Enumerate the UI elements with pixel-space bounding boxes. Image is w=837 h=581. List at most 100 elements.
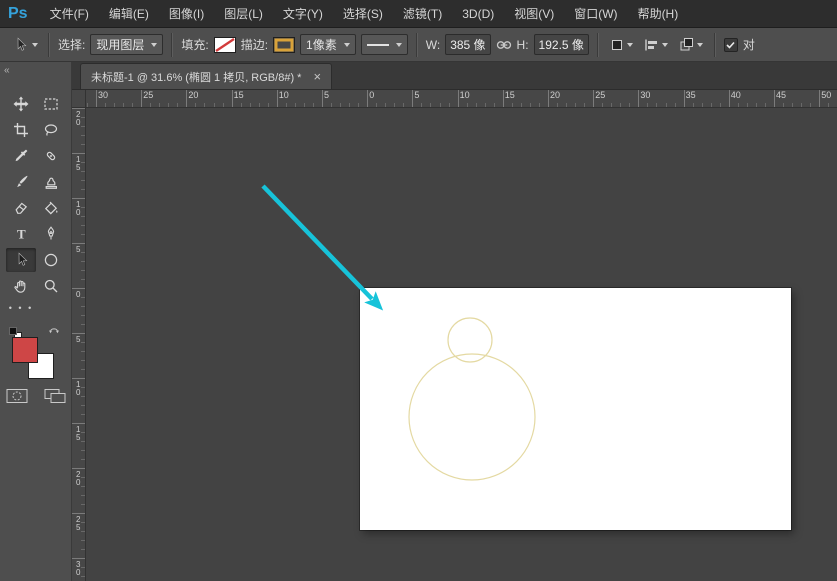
ruler-tick [168,103,170,107]
menu-item[interactable]: 图层(L) [214,5,273,22]
brush-icon [17,175,28,188]
ruler-tick [72,288,85,289]
hand-tool[interactable] [6,274,36,298]
menu-item[interactable]: 3D(D) [452,7,504,21]
chevron-down-icon [32,42,38,47]
ruler-tick [349,103,351,107]
vertical-ruler[interactable]: 2 0 1 5 1 0 5 0 5 1 0 1 5 2 0 2 5 3 0 [72,108,86,581]
select-mode-dropdown[interactable]: 现用图层 [90,34,164,55]
type-tool[interactable]: T [6,222,36,246]
ruler-number: 50 [821,90,832,100]
stroke-type-line-icon [366,43,389,46]
rectangular-marquee-tool[interactable] [36,92,66,116]
path-alignment-button[interactable] [641,36,671,54]
close-tab-icon[interactable]: × [313,70,321,83]
path-arrangement-button[interactable] [676,35,706,54]
ruler-number: 1 0 [76,380,81,397]
ruler-tick [81,432,85,433]
eraser-icon [15,202,28,214]
pen-tool[interactable] [36,222,66,246]
menu-item[interactable]: 图像(I) [159,5,214,22]
ruler-tick [123,103,125,107]
link-dimensions-icon[interactable] [496,40,512,50]
path-selection-tool[interactable] [6,248,36,272]
ruler-number: 30 [98,90,109,100]
current-tool-button[interactable] [10,36,40,54]
ruler-tick [276,90,278,107]
ruler-tick [575,103,577,107]
paint-bucket-tool[interactable] [36,196,66,220]
chevron-down-icon [343,42,350,47]
photoshop-window: Ps 文件(F) 编辑(E) 图像(I) 图层(L) 文字(Y) 选择(S) 滤镜(T) 3D… [0,0,837,581]
ruler-tick [81,315,85,316]
stroke-width-dropdown[interactable]: 1像素 [300,34,356,55]
ruler-tick [620,103,622,107]
menu-item[interactable]: 帮助(H) [628,5,689,22]
chevron-down-icon [626,42,633,47]
stroke-type-dropdown[interactable] [360,34,408,55]
shape-height-field[interactable]: 192.5 像 [533,34,589,55]
crop-tool[interactable] [6,118,36,142]
chevron-down-icon [151,42,158,47]
collapse-panel-button[interactable]: « [4,65,9,76]
menu-item[interactable]: 编辑(E) [99,5,159,22]
ruler-tick [457,90,459,107]
screen-mode-icon[interactable] [44,388,66,404]
quick-mask-icon[interactable] [6,388,28,404]
ruler-tick [819,90,821,107]
swap-colors-icon[interactable] [48,325,60,335]
ruler-tick [584,103,586,107]
ruler-tick [774,90,775,107]
color-swatches [6,324,66,384]
select-mode-value: 现用图层 [96,38,145,52]
ruler-tick [81,252,85,253]
ellipse-shape-body [408,353,536,481]
ruler-tick [593,90,595,107]
zoom-tool[interactable] [36,274,66,298]
fill-swatch[interactable] [213,36,236,53]
spot-healing-tool[interactable] [36,144,66,168]
menu-item[interactable]: 滤镜(T) [393,5,452,22]
eyedropper-tool[interactable] [6,144,36,168]
menu-item[interactable]: 文字(Y) [273,5,333,22]
shape-width-field[interactable]: 385 像 [445,34,491,55]
more-tools-button[interactable]: • • • [6,300,36,316]
menu-item[interactable]: 文件(F) [40,5,99,22]
ruler-tick [81,441,85,442]
path-operations-button[interactable] [607,36,636,54]
ruler-tick [72,378,85,379]
ellipse-shape-tool[interactable] [36,248,66,272]
document-tab[interactable]: 未标题-1 @ 31.6% (椭圆 1 拷贝, RGB/8#) * × [80,63,333,89]
horizontal-ruler[interactable]: 30 25 20 15 10 5 0 5 10 15 20 25 30 35 40 45 50 [86,90,837,108]
lasso-tool[interactable] [36,118,66,142]
ruler-tick [81,189,85,190]
ruler-tick [72,333,85,334]
foreground-color-swatch[interactable] [12,337,38,363]
ruler-tick [792,103,794,107]
stroke-color-swatch-icon [273,36,296,53]
ruler-tick [285,103,287,107]
ruler-tick [231,90,233,107]
document-canvas[interactable] [360,288,791,530]
stroke-swatch[interactable] [273,36,296,53]
ruler-tick [737,103,739,107]
eraser-tool[interactable] [6,196,36,220]
canvas-area[interactable] [86,108,837,581]
ruler-tick [665,103,667,107]
move-tool[interactable] [6,92,36,116]
align-edges-checkbox[interactable] [723,37,738,52]
hand-icon [14,280,26,293]
ruler-tick [448,103,450,107]
menu-item[interactable]: 窗口(W) [564,5,627,22]
ruler-tick [755,103,757,107]
ruler-tick [222,103,224,107]
ruler-tick [81,279,85,280]
menu-item[interactable]: 视图(V) [504,5,564,22]
ruler-tick [141,90,143,107]
ruler-tick [81,324,85,325]
ruler-tick [81,495,85,496]
clone-stamp-tool[interactable] [36,170,66,194]
menu-item[interactable]: 选择(S) [333,5,393,22]
brush-tool[interactable] [6,170,36,194]
ruler-tick [294,103,296,107]
